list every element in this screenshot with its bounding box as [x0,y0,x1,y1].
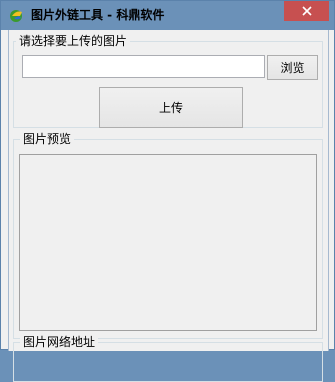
app-icon [10,10,22,22]
window-title: 图片外链工具 - 科鼎软件 [31,8,165,22]
preview-group-legend: 图片预览 [20,131,75,147]
close-button[interactable] [284,1,329,21]
main-window: 图片外链工具 - 科鼎软件 请选择要上传的图片 浏览 上传 图片预览 图片网络地… [0,0,335,382]
title-bar[interactable]: 图片外链工具 - 科鼎软件 [1,1,334,30]
file-path-input[interactable] [22,55,265,78]
preview-group: 图片预览 [13,131,323,339]
link-group-legend: 图片网络地址 [20,334,99,350]
browse-button[interactable]: 浏览 [267,55,318,80]
upload-group-legend: 请选择要上传的图片 [16,33,131,49]
image-preview-box [19,154,317,331]
link-group: 图片网络地址 [13,334,323,382]
window-client-area: 请选择要上传的图片 浏览 上传 图片预览 图片网络地址 [8,30,329,382]
close-icon [301,6,312,16]
upload-button[interactable]: 上传 [99,87,243,128]
browse-button-label: 浏览 [280,61,305,75]
upload-button-label: 上传 [158,101,183,115]
